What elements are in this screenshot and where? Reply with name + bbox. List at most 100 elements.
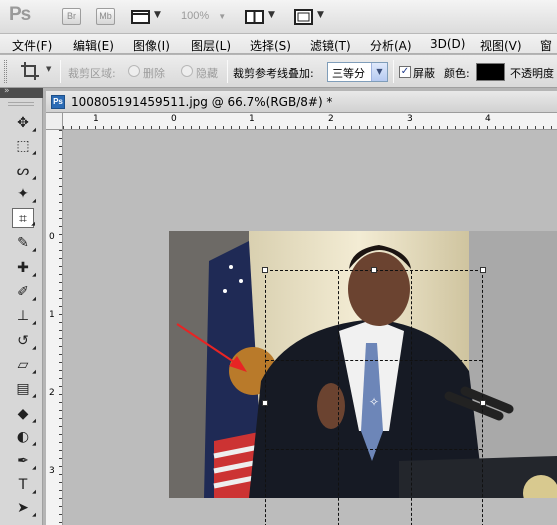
chevron-down-icon: ▼ bbox=[371, 63, 387, 81]
ruler-tick bbox=[59, 202, 62, 203]
ruler-tick bbox=[59, 274, 62, 275]
tool-preset-picker[interactable]: ▼ bbox=[18, 60, 56, 83]
hide-radio[interactable] bbox=[181, 65, 193, 77]
thirds-guide-vertical-2 bbox=[411, 271, 412, 525]
launch-bridge-button[interactable]: Br bbox=[62, 8, 81, 25]
menu-analysis[interactable]: 分析(A) bbox=[370, 37, 412, 54]
lasso-tool-button[interactable]: ᔕ ◢ bbox=[12, 161, 36, 181]
tool-group-indicator-icon: ◢ bbox=[32, 272, 36, 278]
pen-tool-button[interactable]: ✒ ◢ bbox=[12, 451, 36, 471]
history-brush-tool-icon: ↺ bbox=[17, 333, 29, 349]
gradient-tool-button[interactable]: ▤ ◢ bbox=[12, 379, 36, 399]
move-tool-button[interactable]: ✥ ◢ bbox=[12, 113, 36, 133]
menu-select[interactable]: 选择(S) bbox=[250, 37, 291, 54]
crop-handle-top[interactable] bbox=[371, 267, 377, 273]
tool-group-indicator-icon: ◢ bbox=[32, 175, 36, 181]
ruler-tick bbox=[59, 402, 62, 403]
ruler-tick bbox=[59, 458, 62, 459]
arrange-documents-icon bbox=[245, 10, 264, 24]
gradient-tool-icon: ▤ bbox=[16, 381, 30, 397]
tool-group-indicator-icon: ◢ bbox=[32, 393, 36, 399]
ruler-tick bbox=[311, 126, 312, 129]
menu-filter[interactable]: 滤镜(T) bbox=[310, 37, 351, 54]
tool-group-indicator-icon: ◢ bbox=[32, 345, 36, 351]
vertical-ruler[interactable]: 0 1 2 3 bbox=[46, 130, 63, 525]
ruler-tick bbox=[351, 126, 352, 129]
ruler-tick bbox=[303, 126, 304, 129]
history-brush-tool-button[interactable]: ↺ ◢ bbox=[12, 331, 36, 351]
ruler-tick bbox=[59, 514, 62, 515]
ruler-tick bbox=[87, 126, 88, 129]
crop-handle-top-right[interactable] bbox=[480, 267, 486, 273]
ruler-tick bbox=[59, 434, 62, 435]
chevron-down-icon: ▼ bbox=[268, 10, 275, 20]
menu-view[interactable]: 视图(V) bbox=[480, 37, 522, 54]
menu-3d[interactable]: 3D(D) bbox=[430, 37, 465, 51]
ruler-tick bbox=[455, 126, 456, 129]
ruler-tick bbox=[59, 234, 62, 235]
healing-brush-tool-button[interactable]: ✚ ◢ bbox=[12, 258, 36, 278]
ruler-tick bbox=[359, 126, 360, 129]
shield-checkbox[interactable]: ✓ bbox=[399, 66, 411, 78]
menu-layer[interactable]: 图层(L) bbox=[191, 37, 231, 54]
menu-edit[interactable]: 编辑(E) bbox=[73, 37, 114, 54]
menu-file[interactable]: 文件(F) bbox=[12, 37, 52, 54]
ruler-number: 3 bbox=[49, 466, 55, 476]
marquee-tool-button[interactable]: ⬚ ◢ bbox=[12, 136, 36, 156]
dodge-tool-button[interactable]: ◐ ◢ bbox=[12, 427, 36, 447]
ruler-tick bbox=[59, 474, 62, 475]
tool-group-indicator-icon: ◢ bbox=[32, 369, 36, 375]
crop-handle-right[interactable] bbox=[480, 400, 486, 406]
eraser-tool-button[interactable]: ▱ ◢ bbox=[12, 355, 36, 375]
screen-mode-button[interactable]: ▼ bbox=[294, 8, 326, 26]
ruler-tick bbox=[59, 330, 62, 331]
brush-tool-button[interactable]: ✐ ◢ bbox=[12, 282, 36, 302]
ruler-tick bbox=[255, 126, 256, 129]
crop-guide-overlay-select[interactable]: 三等分 ▼ bbox=[327, 62, 388, 82]
canvas-area[interactable]: ✧ bbox=[63, 130, 557, 525]
launch-mini-bridge-button[interactable]: Mb bbox=[96, 8, 115, 25]
tool-group-indicator-icon: ◢ bbox=[31, 221, 35, 227]
tool-group-indicator-icon: ◢ bbox=[32, 465, 36, 471]
ruler-tick bbox=[59, 322, 62, 323]
arrange-documents-button[interactable]: ▼ bbox=[245, 8, 277, 26]
path-selection-tool-button[interactable]: ➤ ◢ bbox=[12, 498, 36, 518]
ruler-tick bbox=[127, 126, 128, 129]
crop-tool-button[interactable]: ⌗ ◢ bbox=[12, 208, 35, 228]
ruler-tick bbox=[59, 410, 62, 411]
ruler-tick bbox=[327, 126, 328, 129]
ruler-tick bbox=[59, 178, 62, 179]
zoom-level[interactable]: 100% ▼ bbox=[181, 10, 226, 22]
delete-radio[interactable] bbox=[128, 65, 140, 77]
chevron-down-icon: ▼ bbox=[218, 12, 227, 21]
ruler-origin[interactable] bbox=[46, 113, 63, 130]
document-tab[interactable]: Ps 100805191459511.jpg @ 66.7%(RGB/8#) * bbox=[46, 91, 557, 113]
crop-center-icon[interactable]: ✧ bbox=[369, 395, 379, 409]
eyedropper-tool-button[interactable]: ✎ ◢ bbox=[12, 233, 36, 253]
toolbox-grip[interactable] bbox=[8, 102, 34, 106]
menu-image[interactable]: 图像(I) bbox=[133, 37, 170, 54]
ruler-tick bbox=[175, 126, 176, 129]
crop-handle-top-left[interactable] bbox=[262, 267, 268, 273]
chevron-down-icon: ▼ bbox=[46, 65, 52, 73]
ruler-tick bbox=[103, 126, 104, 129]
horizontal-ruler[interactable]: 1 0 1 2 3 4 bbox=[63, 113, 557, 130]
clone-stamp-tool-button[interactable]: ⊥ ◢ bbox=[12, 306, 36, 326]
ruler-number: 3 bbox=[407, 114, 413, 124]
color-label: 颜色: bbox=[444, 67, 470, 80]
type-tool-button[interactable]: T ◢ bbox=[12, 475, 36, 495]
shield-color-swatch[interactable] bbox=[476, 63, 505, 81]
ruler-tick bbox=[111, 126, 112, 129]
tool-group-indicator-icon: ◢ bbox=[32, 247, 36, 253]
eraser-tool-icon: ▱ bbox=[17, 357, 29, 373]
crop-handle-left[interactable] bbox=[262, 400, 268, 406]
blur-tool-button[interactable]: ◆ ◢ bbox=[12, 404, 36, 424]
crop-bounding-box[interactable]: ✧ bbox=[262, 267, 486, 525]
view-extras-button[interactable]: ▼ bbox=[131, 8, 163, 26]
ruler-tick bbox=[59, 338, 62, 339]
menu-window[interactable]: 窗 bbox=[540, 37, 552, 54]
shape-tool-button[interactable]: ▭◢ bbox=[12, 520, 34, 525]
ruler-tick bbox=[375, 126, 376, 129]
collapse-icon[interactable]: » bbox=[4, 86, 10, 96]
quick-selection-tool-button[interactable]: ✦ ◢ bbox=[12, 184, 36, 204]
